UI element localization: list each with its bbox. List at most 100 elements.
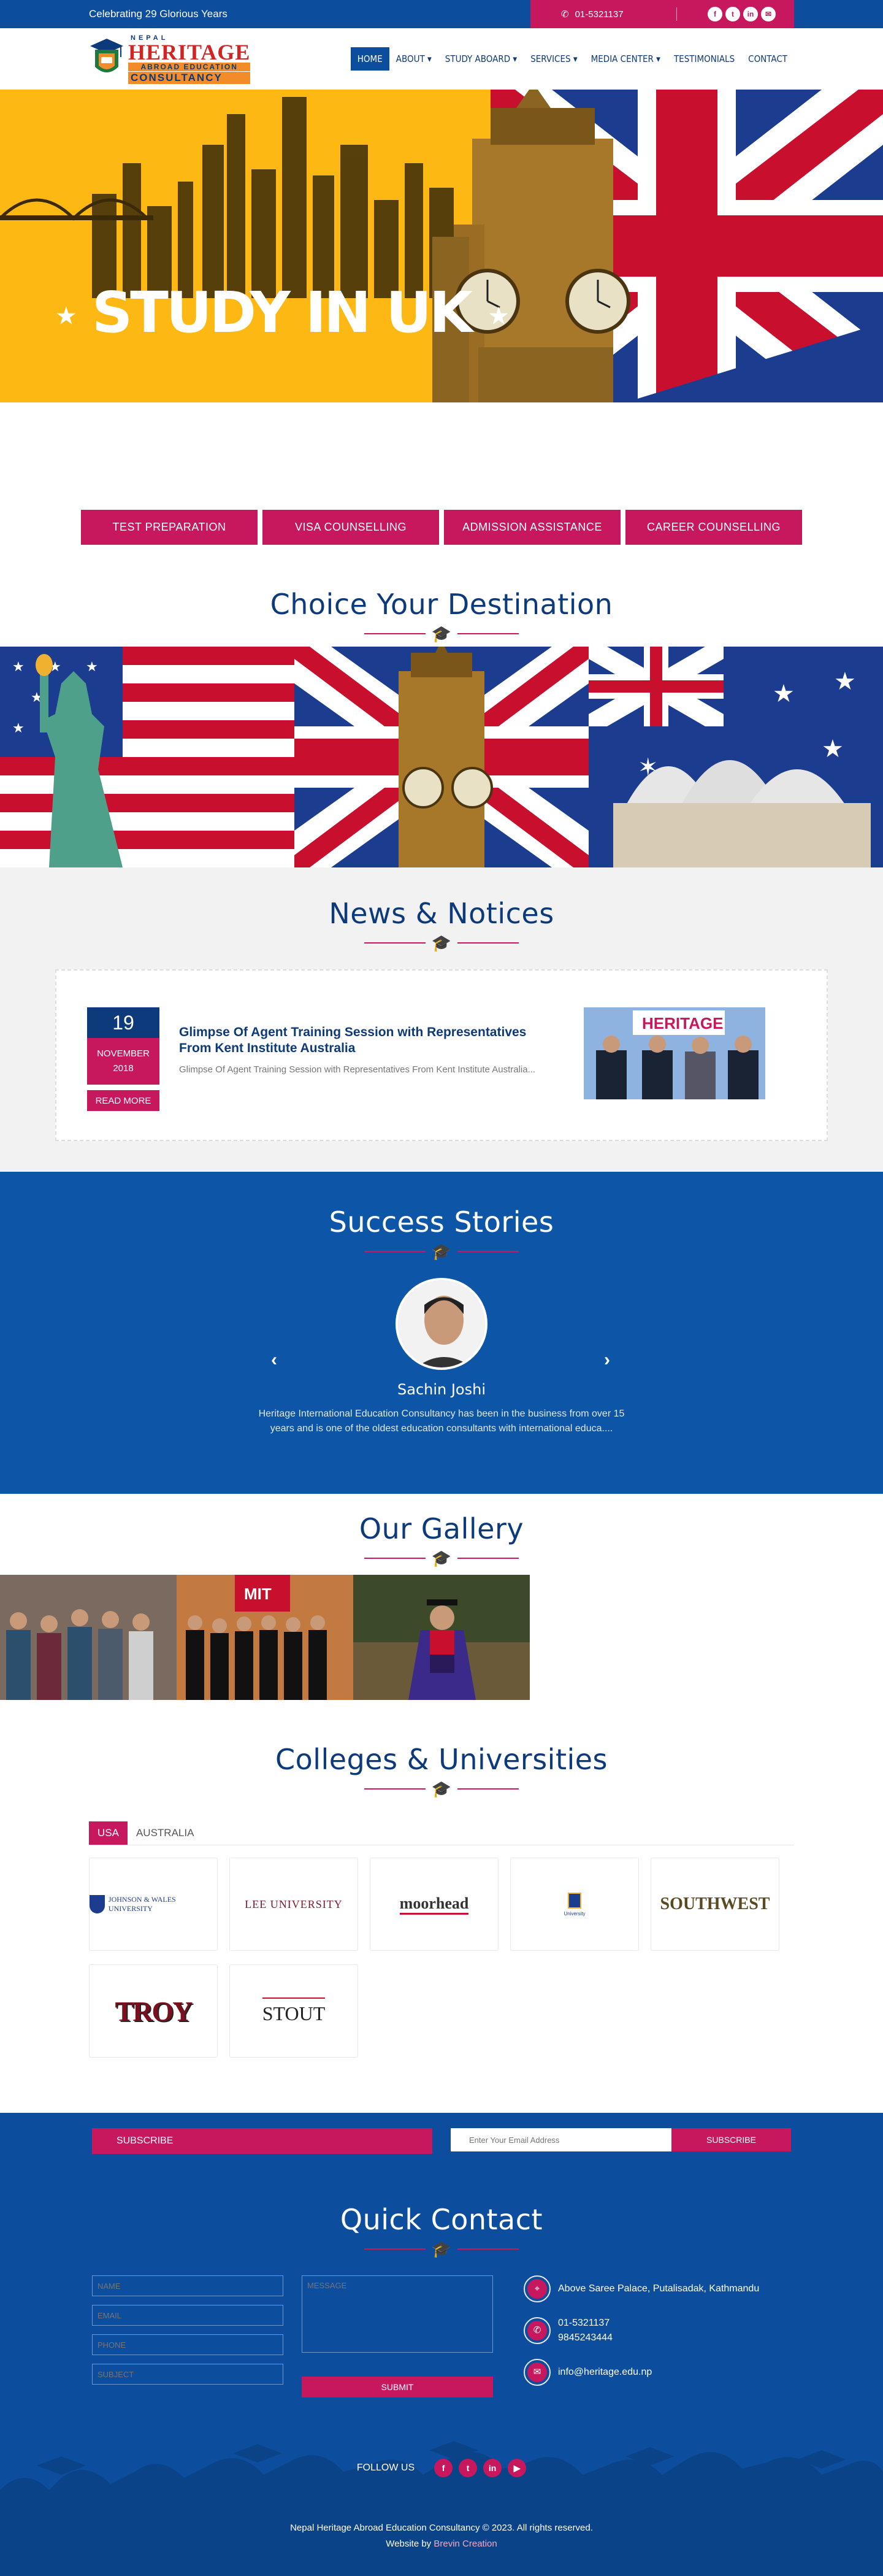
divider-line xyxy=(364,1251,426,1252)
college-logo-lee[interactable]: LEE UNIVERSITY xyxy=(229,1858,358,1951)
news-photo[interactable]: HERITAGE xyxy=(584,1007,765,1099)
logo-line-3: ABROAD EDUCATION xyxy=(128,62,251,71)
news-group-photo-image: HERITAGE xyxy=(584,1007,765,1099)
follow-us: FOLLOW US f t in ▶ xyxy=(0,2459,883,2477)
twitter-icon[interactable]: t xyxy=(459,2459,478,2477)
top-phone-number: 01-5321137 xyxy=(575,9,624,20)
college-logo-troy[interactable]: TROY xyxy=(89,1964,218,2058)
tagline: Celebrating 29 Glorious Years xyxy=(89,8,227,20)
nav-contact[interactable]: CONTACT xyxy=(741,47,794,71)
tab-usa[interactable]: USA xyxy=(89,1821,128,1845)
destination-uk[interactable] xyxy=(294,647,589,867)
testimonial-name: Sachin Joshi xyxy=(397,1381,486,1398)
destination-australia[interactable]: ✶ ★ ★ ★ xyxy=(589,647,883,867)
college-logo-johnson-wales[interactable]: JOHNSON & WALES UNIVERSITY xyxy=(89,1858,218,1951)
developer-link[interactable]: Brevin Creation xyxy=(434,2539,497,2549)
carousel-prev-arrow-icon[interactable]: ‹ xyxy=(271,1350,277,1371)
hero-star-left-icon: ★ xyxy=(55,302,77,331)
twitter-icon[interactable]: t xyxy=(725,7,740,21)
read-more-button[interactable]: READ MORE xyxy=(87,1090,159,1111)
destination-grid: ★★★★★★★ xyxy=(0,647,883,867)
footer: SUBSCRIBE SUBSCRIBE Quick Contact 🎓 SUBM… xyxy=(0,2113,883,2576)
title-divider: 🎓 xyxy=(0,2241,883,2257)
service-visa-counselling-button[interactable]: VISA COUNSELLING xyxy=(262,510,439,545)
title-divider: 🎓 xyxy=(0,626,883,642)
linkedin-icon[interactable]: in xyxy=(483,2459,502,2477)
graduation-cap-icon: 🎓 xyxy=(431,934,452,952)
top-contact: ✆ 01-5321137 f t in ✉ xyxy=(530,0,794,28)
success-title: Success Stories xyxy=(329,1205,554,1239)
facebook-icon[interactable]: f xyxy=(434,2459,453,2477)
address-text: Above Saree Palace, Putalisadak, Kathman… xyxy=(558,2283,760,2294)
college-logo-text: SOUTHWEST xyxy=(660,1894,770,1913)
name-field[interactable] xyxy=(92,2275,283,2296)
college-logo-text: moorhead xyxy=(399,1894,469,1915)
linkedin-icon[interactable]: in xyxy=(743,7,758,21)
hero-title: ★ STUDY IN UK ★ xyxy=(55,280,510,345)
top-phone[interactable]: ✆ 01-5321137 xyxy=(561,9,624,20)
nav-media-center[interactable]: MEDIA CENTER ▾ xyxy=(584,47,667,71)
service-test-preparation-button[interactable]: TEST PREPARATION xyxy=(81,510,258,545)
subscribe-button[interactable]: SUBSCRIBE xyxy=(671,2128,791,2151)
usa-flag-statue-image: ★★★★★★★ xyxy=(0,647,294,867)
college-logo-moorhead[interactable]: moorhead xyxy=(370,1858,499,1951)
site-logo[interactable]: NEPAL HERITAGE ABROAD EDUCATION CONSULTA… xyxy=(89,34,251,84)
copyright: Nepal Heritage Abroad Education Consulta… xyxy=(0,2520,883,2552)
news-title: News & Notices xyxy=(329,897,554,930)
news-month: NOVEMBER xyxy=(97,1048,150,1059)
divider-line xyxy=(457,942,519,944)
nav-services[interactable]: SERVICES ▾ xyxy=(524,47,584,71)
service-career-counselling-button[interactable]: CAREER COUNSELLING xyxy=(625,510,802,545)
graduation-cap-icon: 🎓 xyxy=(431,1780,452,1798)
carousel-next-arrow-icon[interactable]: › xyxy=(604,1350,610,1371)
divider-line xyxy=(457,633,519,634)
gallery-photo-3[interactable] xyxy=(353,1575,530,1700)
college-logo-university-seal[interactable]: University xyxy=(510,1858,639,1951)
title-divider: 🎓 xyxy=(0,1244,883,1259)
email-address[interactable]: info@heritage.edu.np xyxy=(558,2365,652,2380)
destination-usa[interactable]: ★★★★★★★ xyxy=(0,647,294,867)
divider-line xyxy=(457,1558,519,1559)
person-portrait-image xyxy=(398,1280,485,1367)
nav-study-abroad[interactable]: STUDY ABOARD ▾ xyxy=(438,47,524,71)
header: NEPAL HERITAGE ABROAD EDUCATION CONSULTA… xyxy=(0,28,883,90)
tab-australia[interactable]: AUSTRALIA xyxy=(128,1821,202,1845)
email-field[interactable] xyxy=(92,2305,283,2326)
subscribe-row: SUBSCRIBE SUBSCRIBE xyxy=(92,2113,791,2154)
submit-button[interactable]: SUBMIT xyxy=(302,2377,493,2397)
youtube-icon[interactable]: ▶ xyxy=(508,2459,527,2477)
svg-text:★: ★ xyxy=(773,680,795,707)
destination-section: Choice Your Destination 🎓 ★★★★★★★ xyxy=(0,545,883,867)
success-section: Success Stories 🎓 ‹ › Sachin Joshi Herit… xyxy=(0,1172,883,1494)
facebook-icon[interactable]: f xyxy=(708,7,722,21)
subscribe-email-input[interactable] xyxy=(451,2128,671,2151)
svg-text:★: ★ xyxy=(12,720,25,736)
nav-home[interactable]: HOME xyxy=(350,47,389,71)
phone-field[interactable] xyxy=(92,2334,283,2355)
gallery-photo-2[interactable]: MIT xyxy=(177,1575,353,1700)
crest-icon xyxy=(568,1892,581,1909)
email-icon[interactable]: ✉ xyxy=(761,7,776,21)
college-tabs: USA AUSTRALIA xyxy=(89,1821,794,1845)
message-field[interactable] xyxy=(302,2275,493,2353)
subscribe-label: SUBSCRIBE xyxy=(92,2128,432,2154)
college-logo-southwest[interactable]: SOUTHWEST xyxy=(651,1858,779,1951)
logo-line-2: HERITAGE xyxy=(128,39,251,64)
phone-number-2[interactable]: 9845243444 xyxy=(558,2331,613,2345)
subject-field[interactable] xyxy=(92,2364,283,2385)
nav-testimonials[interactable]: TESTIMONIALS xyxy=(667,47,741,71)
nav-about[interactable]: ABOUT ▾ xyxy=(389,47,438,71)
graduate-photo-image xyxy=(353,1575,530,1700)
gallery-photo-1[interactable] xyxy=(0,1575,177,1700)
phone-icon: ✆ xyxy=(524,2317,551,2344)
news-headline[interactable]: Glimpse Of Agent Training Session with R… xyxy=(179,1025,559,1056)
contact-phones: ✆ 01-5321137 9845243444 xyxy=(524,2316,791,2345)
hero-star-right-icon: ★ xyxy=(487,302,510,331)
australia-flag-opera-image: ✶★ ★★ xyxy=(589,647,883,867)
service-admission-assistance-button[interactable]: ADMISSION ASSISTANCE xyxy=(444,510,621,545)
phone-number-1[interactable]: 01-5321137 xyxy=(558,2316,613,2331)
college-logo-text: University xyxy=(564,1910,586,1917)
news-year: 2018 xyxy=(113,1063,134,1074)
college-logo-stout[interactable]: STOUT xyxy=(229,1964,358,2058)
contact-address: ⌖ Above Saree Palace, Putalisadak, Kathm… xyxy=(524,2275,791,2302)
